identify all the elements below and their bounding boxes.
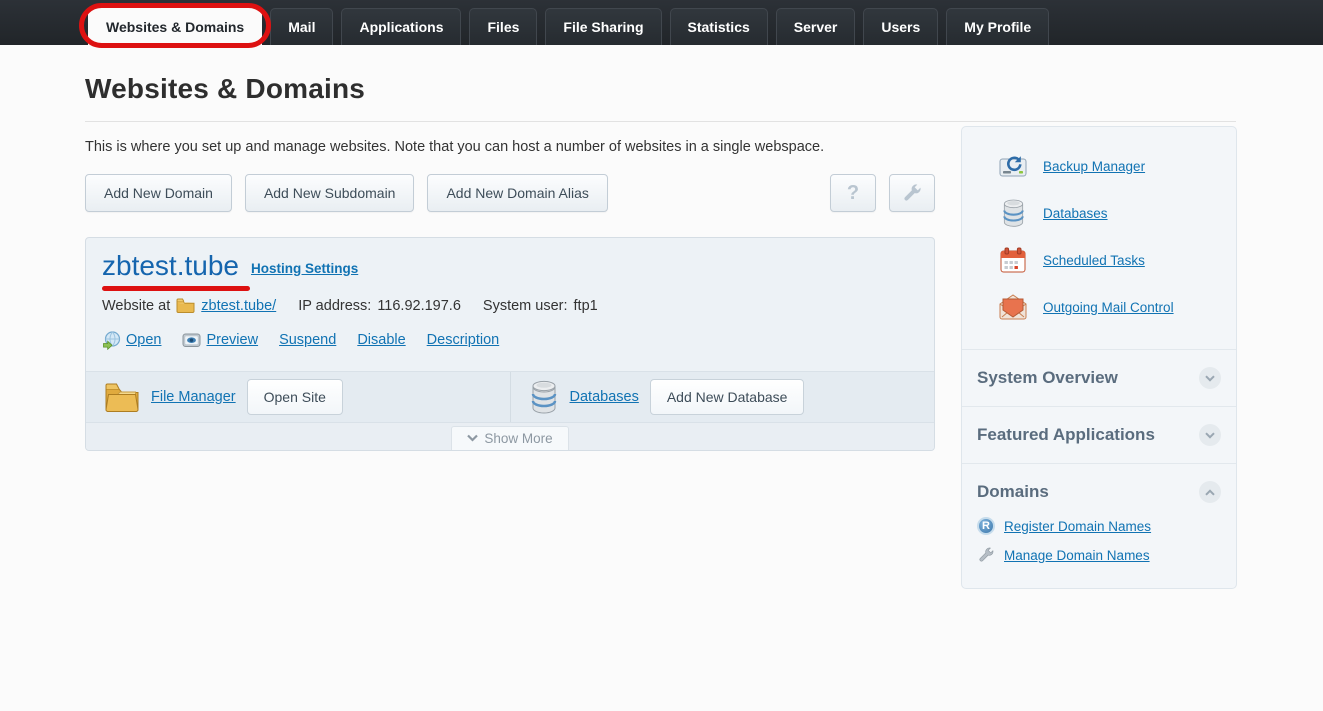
tab-label: Mail <box>288 19 316 35</box>
section-title: System Overview <box>977 368 1118 387</box>
show-more-label: Show More <box>484 430 553 446</box>
manage-domain-names-item: Manage Domain Names <box>977 546 1221 564</box>
website-at-label: Website at <box>102 297 171 314</box>
calendar-icon <box>998 245 1028 275</box>
quick-links-panel: Backup Manager Databases Scheduled Tasks <box>962 127 1236 349</box>
collapse-button[interactable] <box>1199 481 1221 503</box>
tab-applications[interactable]: Applications <box>341 8 462 45</box>
expand-button[interactable] <box>1199 424 1221 446</box>
preview-icon <box>182 333 201 348</box>
tab-label: Files <box>487 19 520 35</box>
databases-section: Databases Add New Database <box>511 372 935 422</box>
open-globe-icon <box>102 331 121 350</box>
folder-icon <box>176 298 195 314</box>
backup-manager-link[interactable]: Backup Manager <box>1043 159 1145 174</box>
wrench-icon <box>977 546 995 564</box>
system-user-label: System user: <box>482 297 568 314</box>
toolbar: Add New Domain Add New Subdomain Add New… <box>85 174 935 212</box>
system-user-value: ftp1 <box>573 297 598 314</box>
add-new-database-button[interactable]: Add New Database <box>649 378 805 415</box>
disable-link[interactable]: Disable <box>357 332 405 348</box>
show-more-button[interactable]: Show More <box>451 425 569 450</box>
chevron-down-icon <box>467 434 479 442</box>
open-site-button[interactable]: Open Site <box>246 378 343 415</box>
tab-server[interactable]: Server <box>775 8 856 45</box>
mail-icon <box>998 292 1028 322</box>
page-description: This is where you set up and manage webs… <box>85 139 825 155</box>
tab-label: Server <box>793 19 838 35</box>
quick-link-scheduled-tasks: Scheduled Tasks <box>998 245 1224 275</box>
chevron-down-icon <box>1205 431 1215 439</box>
section-domains: Domains R Register Domain Names Manage D… <box>962 463 1236 588</box>
registrar-icon: R <box>977 517 995 535</box>
tab-label: My Profile <box>964 19 1032 35</box>
tab-label: Statistics <box>687 19 750 35</box>
domain-tools-row: File Manager Open Site Databases Add New… <box>86 370 935 423</box>
expand-button[interactable] <box>1199 367 1221 389</box>
manage-domain-names-link[interactable]: Manage Domain Names <box>1004 548 1150 563</box>
chevron-down-icon <box>1205 374 1215 382</box>
database-icon <box>998 198 1028 228</box>
file-manager-link[interactable]: File Manager <box>151 389 236 405</box>
tab-websites-domains[interactable]: Websites & Domains <box>79 3 272 48</box>
tab-users[interactable]: Users <box>863 8 939 45</box>
outgoing-mail-control-link[interactable]: Outgoing Mail Control <box>1043 300 1174 315</box>
domain-card-header: zbtest.tube Hosting Settings Website at … <box>86 238 934 371</box>
add-new-subdomain-button[interactable]: Add New Subdomain <box>244 174 415 212</box>
section-title: Domains <box>977 482 1049 501</box>
suspend-link[interactable]: Suspend <box>279 332 336 348</box>
tab-files[interactable]: Files <box>469 8 538 45</box>
question-icon: ? <box>846 181 860 204</box>
domain-card-footer: Show More <box>86 422 934 450</box>
section-title: Featured Applications <box>977 425 1155 444</box>
page-title: Websites & Domains <box>85 73 1236 122</box>
register-domain-names-link[interactable]: Register Domain Names <box>1004 519 1151 534</box>
ip-address-value: 116.92.197.6 <box>377 297 461 314</box>
quick-link-outgoing-mail: Outgoing Mail Control <box>998 292 1224 322</box>
top-navigation: Websites & Domains Mail Applications Fil… <box>0 0 1323 48</box>
wrench-icon <box>901 182 923 204</box>
scheduled-tasks-link[interactable]: Scheduled Tasks <box>1043 253 1145 268</box>
quick-link-databases: Databases <box>998 198 1224 228</box>
tab-label: Websites & Domains <box>106 19 245 35</box>
database-icon <box>529 379 559 415</box>
main-content: Websites & Domains This is where you set… <box>85 73 1236 589</box>
section-system-overview: System Overview <box>962 349 1236 406</box>
description-link[interactable]: Description <box>427 332 500 348</box>
website-info-row: Website at zbtest.tube/ IP address: 116.… <box>102 298 918 314</box>
big-folder-icon <box>104 381 140 413</box>
backup-icon <box>998 151 1028 181</box>
tab-file-sharing[interactable]: File Sharing <box>545 8 662 45</box>
file-manager-section: File Manager Open Site <box>86 371 511 422</box>
open-link[interactable]: Open <box>126 332 161 348</box>
domain-card: zbtest.tube Hosting Settings Website at … <box>85 237 935 451</box>
help-button[interactable]: ? <box>830 174 876 212</box>
domain-actions-row: Open Preview Suspend Disable Description <box>102 331 918 350</box>
ip-address-label: IP address: <box>298 297 372 314</box>
preview-link[interactable]: Preview <box>206 332 258 348</box>
tab-label: Users <box>881 19 921 35</box>
tab-my-profile[interactable]: My Profile <box>946 8 1050 45</box>
add-new-domain-button[interactable]: Add New Domain <box>85 174 232 212</box>
hosting-settings-link[interactable]: Hosting Settings <box>251 261 358 276</box>
add-new-domain-alias-button[interactable]: Add New Domain Alias <box>427 174 608 212</box>
webroot-link[interactable]: zbtest.tube/ <box>201 298 276 314</box>
tab-statistics[interactable]: Statistics <box>669 8 768 45</box>
databases-link[interactable]: Databases <box>570 389 639 405</box>
domain-name-link[interactable]: zbtest.tube <box>102 250 239 282</box>
section-featured-applications: Featured Applications <box>962 406 1236 463</box>
settings-button[interactable] <box>889 174 935 212</box>
annotation-red-underline <box>102 285 250 291</box>
register-domain-names-item: R Register Domain Names <box>977 517 1221 535</box>
tab-mail[interactable]: Mail <box>270 8 334 45</box>
chevron-up-icon <box>1205 488 1215 496</box>
quick-link-backup-manager: Backup Manager <box>998 151 1224 181</box>
databases-link[interactable]: Databases <box>1043 206 1108 221</box>
sidebar: Backup Manager Databases Scheduled Tasks <box>961 126 1237 589</box>
tab-label: File Sharing <box>563 19 644 35</box>
tab-label: Applications <box>359 19 444 35</box>
